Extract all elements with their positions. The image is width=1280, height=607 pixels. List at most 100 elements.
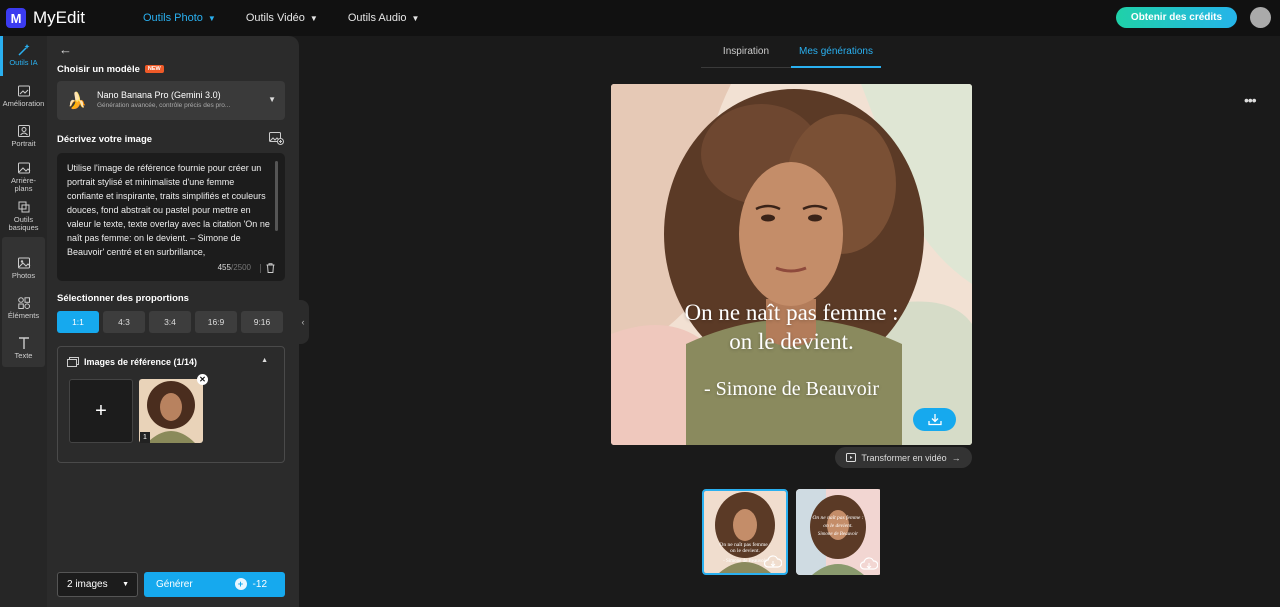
add-reference-button[interactable]: + (69, 379, 133, 443)
rail-label: Arrière-plans (10, 176, 36, 194)
side-panel: ← Choisir un modèle NEW 🍌 Nano Banana Pro… (47, 36, 299, 607)
transform-label: Transformer en vidéo (861, 452, 947, 463)
image-count-value: 2 images (67, 579, 108, 590)
trash-icon[interactable] (266, 263, 275, 273)
magic-wand-icon (17, 44, 29, 56)
ratio-16-9-button[interactable]: 16:9 (195, 311, 237, 333)
nav-label: Outils Vidéo (245, 12, 305, 24)
generation-thumbnail-1[interactable]: On ne naît pas femme : on le devient. - … (702, 489, 788, 575)
rail-item-texte[interactable]: Texte (2, 336, 45, 360)
tab-inspiration[interactable]: Inspiration (701, 36, 791, 67)
model-description: Génération avancée, contrôle précis des … (97, 102, 231, 109)
back-arrow-icon[interactable]: ← (59, 42, 72, 57)
chevron-down-icon: ▼ (122, 581, 129, 588)
rail-label: Photos (11, 271, 36, 280)
collapse-panel-handle[interactable]: ‹ (297, 300, 309, 344)
thumbnail-quote-author: - Simone de Beauvoir (723, 559, 767, 564)
quote-line-1: On ne naît pas femme : (684, 300, 899, 325)
nav-label: Outils Photo (142, 12, 203, 24)
download-icon (927, 414, 942, 426)
gallery-icon (67, 357, 79, 367)
background-icon (17, 162, 30, 174)
rail-label: Outils basiques (8, 215, 39, 233)
banana-icon: 🍌 (67, 93, 87, 110)
generation-thumbnail-2[interactable]: On ne naît pas femme : on le devient. Si… (796, 489, 882, 575)
shapes-icon (17, 297, 30, 309)
chevron-down-icon: ▼ (207, 13, 216, 23)
logo[interactable]: M MyEdit (6, 8, 85, 28)
ratio-3-4-button[interactable]: 3:4 (149, 311, 191, 333)
chevron-down-icon: ▼ (309, 13, 318, 23)
logo-text: MyEdit (33, 8, 85, 27)
cloud-download-icon[interactable] (860, 557, 878, 571)
download-button[interactable] (913, 408, 956, 431)
rail-label: Outils IA (9, 58, 38, 67)
char-count: 455 (217, 263, 231, 272)
rail-label: Éléments (7, 311, 40, 320)
rail-item-arriere-plans[interactable]: Arrière-plans (2, 161, 45, 194)
ratio-9-16-button[interactable]: 9:16 (241, 311, 283, 333)
prompt-scrollbar[interactable] (275, 161, 278, 231)
top-nav: Outils Photo ▼ Outils Vidéo ▼ Outils Audio… (143, 12, 450, 24)
image-icon (17, 257, 30, 269)
arrow-right-icon: → (951, 452, 961, 463)
rail-item-elements[interactable]: Éléments (2, 296, 45, 320)
avatar[interactable] (1250, 7, 1271, 28)
ratio-4-3-button[interactable]: 4:3 (103, 311, 145, 333)
generate-button[interactable]: Générer + -12 (144, 572, 285, 597)
reference-title: Images de référence (1/14) (84, 357, 198, 367)
ratio-selector: 1:1 4:3 3:4 16:9 9:16 (57, 311, 283, 333)
portrait-icon (17, 125, 30, 137)
counter-divider (260, 264, 261, 273)
generated-image[interactable]: On ne naît pas femme : on le devient. - … (611, 84, 972, 445)
thumbnail-2-quote-1: On ne naît pas femme : (812, 514, 863, 521)
model-section-title: Choisir un modèle NEW (57, 64, 164, 75)
crop-icon (18, 201, 29, 213)
transform-to-video-button[interactable]: Transformer en vidéo → (835, 447, 972, 468)
credit-icon: + (234, 578, 247, 590)
generate-label: Générer (156, 579, 193, 590)
more-options-icon[interactable]: ••• (1244, 92, 1257, 108)
model-selector[interactable]: 🍌 Nano Banana Pro (Gemini 3.0) Génératio… (57, 81, 285, 120)
get-credits-button[interactable]: Obtenir des crédits (1116, 7, 1237, 28)
tab-mes-generations[interactable]: Mes générations (791, 36, 881, 68)
thumbnail-quote-1: On ne naît pas femme : (719, 541, 771, 548)
quote-line-2: on le devient. (729, 329, 854, 354)
caret-down-icon: ▼ (268, 95, 276, 104)
rail-label: Texte (14, 351, 33, 360)
new-badge: NEW (144, 65, 164, 74)
ratio-section-title: Sélectionner des proportions (57, 293, 189, 304)
remove-reference-icon[interactable]: ✕ (197, 374, 208, 385)
rail-item-portrait[interactable]: Portrait (2, 124, 45, 148)
prompt-text: Utilise l'image de référence fournie pou… (67, 163, 270, 257)
caret-up-icon[interactable]: ▲ (261, 357, 268, 364)
nav-outils-photo[interactable]: Outils Photo ▼ (143, 12, 216, 24)
enhance-icon (17, 85, 30, 97)
generate-cost: + -12 (234, 578, 267, 590)
rail-item-outils-ia[interactable]: Outils IA (2, 43, 45, 67)
quote-author: - Simone de Beauvoir (704, 378, 879, 400)
rail-item-amelioration[interactable]: Amélioration (2, 84, 45, 108)
ratio-1-1-button[interactable]: 1:1 (57, 311, 99, 333)
prompt-textarea[interactable]: Utilise l'image de référence fournie pou… (57, 153, 285, 281)
nav-outils-audio[interactable]: Outils Audio ▼ (348, 12, 420, 24)
rail-item-outils-basiques[interactable]: Outils basiques (2, 200, 45, 233)
thumbnail-2-quote-2: on le devient. (823, 523, 852, 529)
thumbnail-2-quote-author: Simone de Beauvoir (818, 532, 858, 537)
rail-label: Portrait (11, 139, 36, 148)
image-count-select[interactable]: 2 images ▼ (57, 572, 138, 597)
nav-label: Outils Audio (347, 12, 407, 24)
chevron-down-icon: ▼ (411, 13, 420, 23)
logo-mark: M (6, 8, 26, 28)
top-bar: M MyEdit Outils Photo ▼ Outils Vidéo ▼ Out… (0, 0, 1280, 36)
reference-images-section: Images de référence (1/14) ▲ + ✕ 1 (57, 346, 285, 463)
image-prompt-icon[interactable] (269, 132, 284, 145)
thumbnail-quote-2: on le devient. (730, 548, 760, 554)
nav-outils-video[interactable]: Outils Vidéo ▼ (246, 12, 318, 24)
model-title-text: Choisir un modèle (57, 64, 140, 75)
model-name: Nano Banana Pro (Gemini 3.0) (97, 90, 221, 100)
cloud-download-icon[interactable] (764, 555, 782, 569)
reference-index: 1 (140, 432, 150, 443)
char-max: /2500 (230, 263, 251, 272)
rail-item-photos[interactable]: Photos (2, 256, 45, 280)
